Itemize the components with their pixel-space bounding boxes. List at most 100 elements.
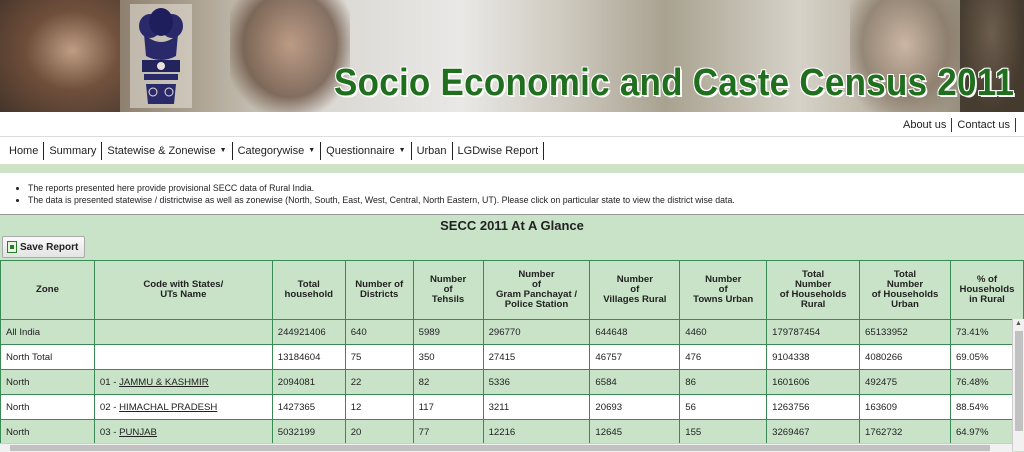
data-cell: 5032199 <box>271 419 346 445</box>
data-cell: 1427365 <box>271 394 346 420</box>
column-header: Total household <box>271 260 346 320</box>
caret-down-icon: ▼ <box>219 146 227 154</box>
data-cell: 1263756 <box>766 394 861 420</box>
data-cell: 5336 <box>482 369 591 395</box>
nav-label: LGDwise Report <box>457 144 539 157</box>
save-report-icon <box>7 241 17 253</box>
table-row: North 02 - HIMACHAL PRADESH 1427365 12 117 32… <box>0 394 1024 420</box>
state-link[interactable]: HIMACHAL PRADESH <box>119 402 217 413</box>
data-cell: 65133952 <box>859 319 951 345</box>
table-body: All India 244921406 640 5989 296770 644648 446… <box>0 319 1024 445</box>
scroll-up-icon[interactable]: ▲ <box>1015 320 1022 327</box>
data-cell: 82 <box>412 369 484 395</box>
save-report-label: Save Report <box>20 241 79 253</box>
scroll-thumb[interactable] <box>10 445 990 451</box>
zone-cell: North <box>0 369 95 395</box>
data-cell: 4460 <box>679 319 768 345</box>
data-cell: 4080266 <box>859 344 951 370</box>
nav-item-home[interactable]: Home <box>4 141 45 160</box>
column-header-line: Police Station <box>504 299 569 310</box>
data-cell: 12645 <box>589 419 681 445</box>
nav-label: Categorywise <box>237 144 305 157</box>
column-header: Number of Districts <box>344 260 414 320</box>
census-table: Zone Code with States/UTs Name Total househ… <box>0 260 1024 445</box>
column-header-line: Villages Rural <box>603 294 667 305</box>
column-header-line: Urban <box>891 299 919 310</box>
nav-divider <box>0 164 1024 173</box>
note-item: The reports presented here provide provi… <box>28 182 735 194</box>
nav-label: Statewise & Zonewise <box>107 144 216 157</box>
data-cell: 117 <box>412 394 484 420</box>
data-cell: 1601606 <box>766 369 861 395</box>
data-cell: 155 <box>679 419 768 445</box>
data-cell: 12216 <box>482 419 591 445</box>
data-cell: 20 <box>344 419 414 445</box>
zone-cell: All India <box>0 319 95 345</box>
state-link[interactable]: JAMMU & KASHMIR <box>119 377 209 388</box>
data-cell: 296770 <box>482 319 591 345</box>
data-cell: 6584 <box>589 369 681 395</box>
data-cell: 5989 <box>412 319 484 345</box>
data-cell: 9104338 <box>766 344 861 370</box>
panel-title: SECC 2011 At A Glance <box>440 218 584 233</box>
data-cell: 12 <box>344 394 414 420</box>
main-nav: Home Summary Statewise & Zonewise ▼ Categ… <box>0 136 1024 165</box>
data-cell: 56 <box>679 394 768 420</box>
nav-item-lgdwise-report[interactable]: LGDwise Report <box>453 141 545 160</box>
data-cell: 46757 <box>589 344 681 370</box>
data-cell: 492475 <box>859 369 951 395</box>
column-header-line: in Rural <box>969 294 1005 305</box>
report-panel: SECC 2011 At A Glance Save Report Zone Co… <box>0 214 1024 452</box>
column-header-line: Zone <box>35 284 59 295</box>
zone-cell: North <box>0 419 95 445</box>
data-cell: 77 <box>412 419 484 445</box>
vertical-scrollbar[interactable]: ▲ <box>1012 319 1024 451</box>
state-cell: 01 - JAMMU & KASHMIR <box>93 369 273 395</box>
zone-cell: North Total <box>0 344 95 370</box>
table-row: All India 244921406 640 5989 296770 644648 446… <box>0 319 1024 345</box>
save-report-button[interactable]: Save Report <box>2 236 86 258</box>
note-item: The data is presented statewise / distri… <box>28 194 735 206</box>
table-row: North 03 - PUNJAB 5032199 20 77 12216 12645 155… <box>0 419 1024 445</box>
data-cell: 22 <box>344 369 414 395</box>
nav-item-categorywise[interactable]: Categorywise ▼ <box>233 141 322 160</box>
contact-us-link[interactable]: Contact us <box>952 118 1016 132</box>
column-header-line: UTs Name <box>160 289 207 300</box>
nav-item-questionnaire[interactable]: Questionnaire ▼ <box>321 141 412 160</box>
nav-label: Questionnaire <box>326 144 395 157</box>
scroll-thumb[interactable] <box>1015 331 1023 431</box>
data-cell: 20693 <box>589 394 681 420</box>
state-code: 03 - <box>99 426 120 438</box>
banner-photo-center <box>230 0 350 112</box>
state-cell: 02 - HIMACHAL PRADESH <box>93 394 273 420</box>
data-cell: 27415 <box>482 344 591 370</box>
data-cell: 179787454 <box>766 319 861 345</box>
about-us-link[interactable]: About us <box>898 118 953 132</box>
column-header: Number of Towns Urban <box>679 260 768 320</box>
national-emblem-icon <box>130 4 192 108</box>
column-header-line: Districts <box>359 289 399 300</box>
data-cell: 350 <box>412 344 484 370</box>
nav-item-statewise-zonewise[interactable]: Statewise & Zonewise ▼ <box>102 141 233 160</box>
nav-item-summary[interactable]: Summary <box>44 141 103 160</box>
banner: Socio Economic and Caste Census 2011 <box>0 0 1024 112</box>
column-header: % of Households in Rural <box>949 260 1024 320</box>
site-title: Socio Economic and Caste Census 2011 <box>334 62 1015 104</box>
column-header: Number of Villages Rural <box>589 260 681 320</box>
column-header-line: Rural <box>800 299 826 310</box>
column-header: Total Number of Households Urban <box>859 260 951 320</box>
data-cell: 244921406 <box>271 319 346 345</box>
nav-item-urban[interactable]: Urban <box>412 141 453 160</box>
state-link[interactable]: PUNJAB <box>119 427 157 438</box>
column-header: Zone <box>0 260 95 320</box>
top-links: About us Contact us <box>898 118 1016 132</box>
state-code: 01 - <box>99 376 120 388</box>
caret-down-icon: ▼ <box>308 146 316 154</box>
caret-down-icon: ▼ <box>398 146 406 154</box>
data-cell: 476 <box>679 344 768 370</box>
column-header: Number of Tehsils <box>412 260 484 320</box>
data-cell: 3211 <box>482 394 591 420</box>
nav-label: Urban <box>416 144 447 157</box>
state-code: 02 - <box>99 401 120 413</box>
table-row: North Total 13184604 75 350 27415 46757 476 910… <box>0 344 1024 370</box>
